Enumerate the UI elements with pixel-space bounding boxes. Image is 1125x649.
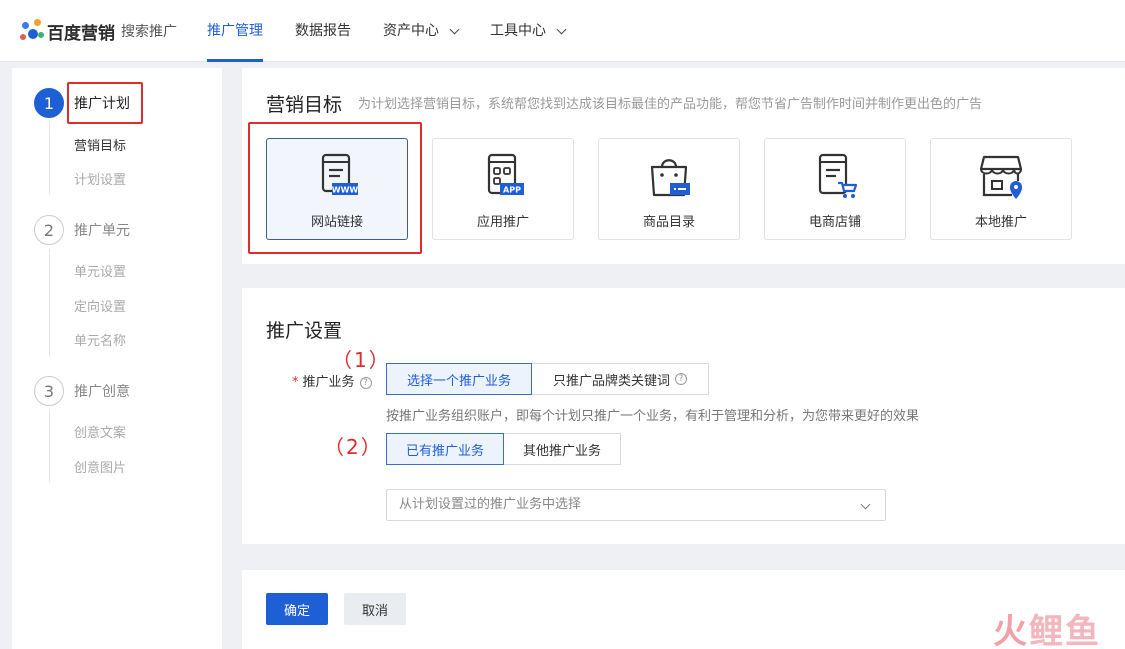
option-select-business[interactable]: 选择一个推广业务 (386, 363, 532, 395)
watermark-logo: 火鲤鱼 (993, 604, 1101, 649)
goal-card-local[interactable]: 本地推广 (930, 138, 1072, 240)
step-connector (49, 122, 50, 194)
goal-card-catalog[interactable]: 商品目录 (598, 138, 740, 240)
confirm-button[interactable]: 确定 (266, 593, 328, 625)
help-icon[interactable]: ? (359, 376, 372, 389)
logo-subtitle: 搜索推广 (121, 24, 177, 40)
local-store-icon (979, 155, 1023, 199)
nav-label: 推广管理 (207, 23, 263, 39)
step-number: 3 (34, 376, 64, 406)
option-label: 只推广品牌类关键词 (552, 373, 670, 389)
step-connector (49, 410, 50, 482)
help-icon[interactable]: ? (675, 373, 687, 385)
step-label: 推广创意 (74, 384, 130, 400)
action-panel: 确定 取消 火鲤鱼 (242, 570, 1125, 649)
nav-label: 资产中心 (383, 23, 439, 39)
sidebar-item-creative-text[interactable]: 创意文案 (74, 422, 126, 441)
section-title: 推广设置 (266, 320, 343, 342)
nav-tool-center[interactable]: 工具中心 (490, 0, 567, 62)
sidebar-item-unit-settings[interactable]: 单元设置 (74, 261, 126, 280)
card-label: 商品目录 (642, 215, 695, 230)
app-icon: APP (487, 153, 524, 195)
step-number: 1 (34, 88, 64, 118)
chevron-down-icon (860, 499, 871, 510)
required-mark: * (292, 375, 299, 390)
sidebar-item-marketing-goal[interactable]: 营销目标 (74, 135, 126, 154)
sidebar-item-targeting[interactable]: 定向设置 (74, 296, 126, 315)
top-nav-bar: 百度营销 搜索推广 推广管理 数据报告 资产中心 工具中心 (0, 0, 1125, 62)
baidu-paw-icon (20, 19, 44, 43)
step-unit[interactable]: 2 推广单元 (34, 215, 130, 245)
nav-asset-center[interactable]: 资产中心 (383, 0, 460, 62)
logo-text: 百度营销 (47, 23, 115, 44)
business-select[interactable]: 从计划设置过的推广业务中选择 (386, 489, 886, 521)
step-label: 推广单元 (74, 223, 130, 239)
select-placeholder: 从计划设置过的推广业务中选择 (399, 497, 582, 512)
card-label: 电商店铺 (808, 215, 861, 230)
sidebar-item-unit-name[interactable]: 单元名称 (74, 330, 126, 349)
promotion-settings-panel: 推广设置 （1） * 推广业务? 选择一个推广业务 只推广品牌类关键词? 按推广业… (242, 288, 1125, 544)
watermark-part1: 火 (993, 612, 1029, 649)
business-hint: 按推广业务组织账户，即每个计划只推广一个业务，有利于管理和分析，为您带来更好的效… (386, 409, 920, 424)
option-other-business[interactable]: 其他推广业务 (503, 433, 621, 465)
section-description: 为计划选择营销目标，系统帮您找到达成该目标最佳的产品功能，帮您节省广告制作时间并… (358, 97, 983, 112)
cancel-button[interactable]: 取消 (344, 593, 406, 625)
sidebar-item-plan-settings[interactable]: 计划设置 (74, 169, 126, 188)
goal-card-app[interactable]: APP 应用推广 (432, 138, 574, 240)
sidebar-item-creative-image[interactable]: 创意图片 (74, 457, 126, 476)
card-label: 本地推广 (974, 215, 1027, 230)
step-number: 2 (34, 215, 64, 245)
shop-cart-icon (818, 153, 858, 198)
annotation-2: （2） (324, 435, 383, 459)
nav-label: 工具中心 (490, 23, 546, 39)
goal-card-eshop[interactable]: 电商店铺 (764, 138, 906, 240)
option-existing-business[interactable]: 已有推广业务 (386, 433, 504, 465)
nav-label: 数据报告 (295, 23, 351, 39)
section-title: 营销目标 (266, 94, 343, 116)
chevron-down-icon (556, 24, 567, 34)
step-connector (49, 249, 50, 357)
catalog-bag-icon (650, 159, 690, 197)
option-brand-keywords-only[interactable]: 只推广品牌类关键词? (531, 363, 709, 395)
chevron-down-icon (449, 24, 460, 34)
app-badge: APP (503, 186, 521, 195)
marketing-goal-panel: 营销目标 为计划选择营销目标，系统帮您找到达成该目标最佳的产品功能，帮您节省广告… (242, 68, 1125, 264)
main-nav: 推广管理 数据报告 资产中心 工具中心 (207, 0, 597, 62)
step-creative[interactable]: 3 推广创意 (34, 376, 130, 406)
business-label-text: 推广业务 (302, 375, 355, 390)
brand-logo[interactable]: 百度营销 搜索推广 (20, 18, 177, 44)
watermark-part2: 鲤鱼 (1029, 612, 1101, 649)
annotation-1: （1） (332, 348, 391, 372)
highlight-box (248, 122, 422, 254)
card-label: 应用推广 (476, 215, 529, 230)
nav-data-report[interactable]: 数据报告 (295, 0, 351, 62)
nav-promotion-management[interactable]: 推广管理 (207, 0, 263, 62)
highlight-box (67, 82, 143, 124)
step-sidebar: 1 推广计划 营销目标 计划设置 2 推广单元 单元设置 定向设置 单元名称 3… (12, 68, 222, 649)
business-label: * 推广业务? (292, 371, 372, 390)
